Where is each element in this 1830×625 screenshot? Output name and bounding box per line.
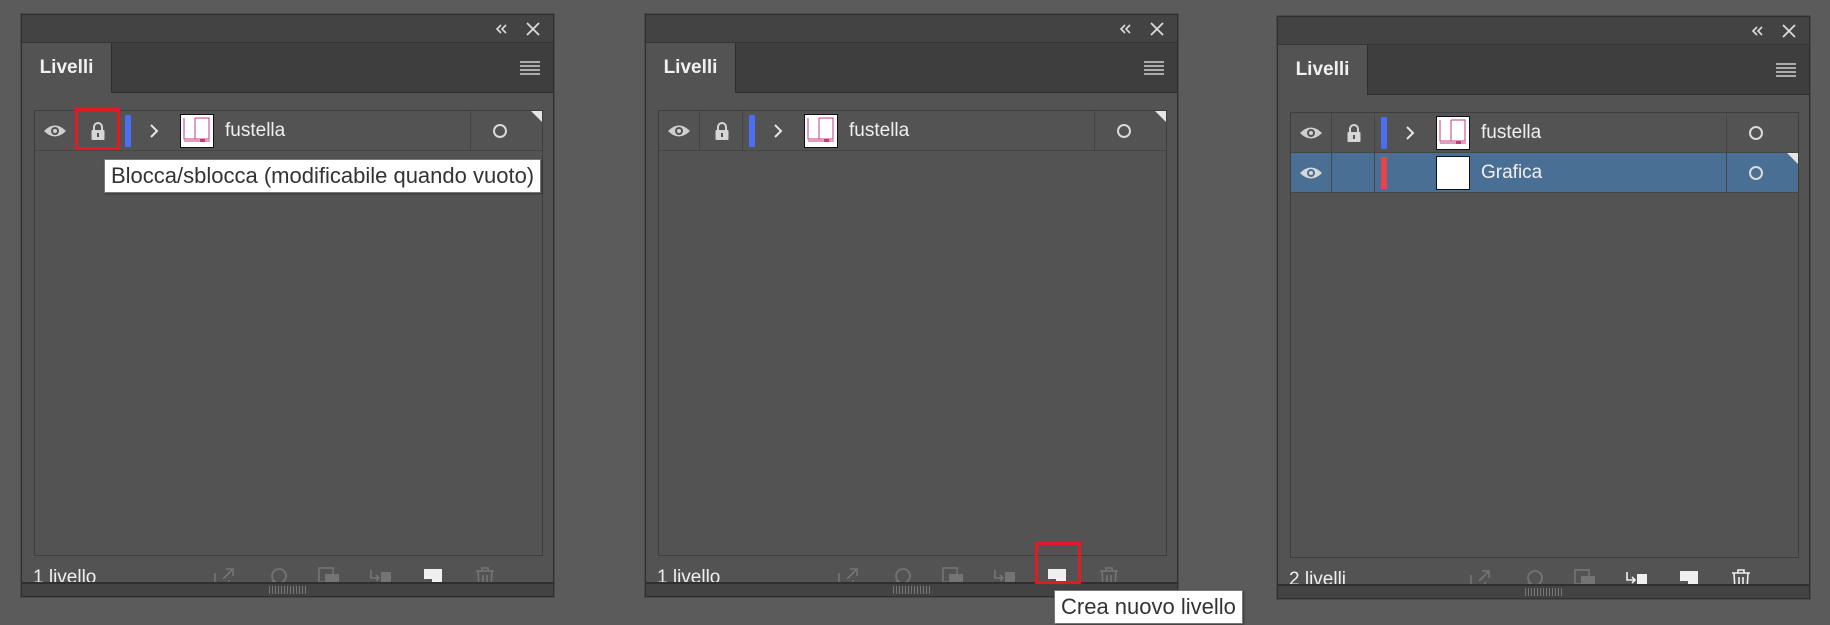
layer-thumbnail [180,114,214,148]
panel-tabbar: Livelli [646,43,1177,93]
layer-name[interactable]: fustella [1481,113,1541,152]
layer-row-fustella[interactable]: fustella [1291,113,1798,153]
layer-color-bar [749,115,755,147]
target-circle-icon [1749,126,1763,140]
chevron-right-icon[interactable] [1402,124,1418,142]
collapse-icon[interactable] [491,19,511,39]
close-icon[interactable] [1147,19,1167,39]
layer-name[interactable]: Grafica [1481,153,1542,192]
tab-livelli[interactable]: Livelli [22,43,112,93]
layer-color-bar [1381,117,1387,149]
layer-row-fustella[interactable]: fustella [35,111,542,151]
visibility-toggle[interactable] [1291,113,1332,152]
layer-thumbnail [1436,156,1470,190]
visibility-toggle[interactable] [35,111,76,150]
panel-resize-strip[interactable] [22,582,553,596]
artwork-thumbnail-icon [807,117,834,142]
resize-grip-icon[interactable] [892,586,931,594]
target-circle-icon [1749,166,1763,180]
eye-icon [1300,167,1322,178]
artwork-thumbnail-icon [1439,119,1466,144]
artwork-thumbnail-icon [183,117,210,142]
target-cell[interactable] [1726,113,1798,152]
eye-icon [1300,127,1322,138]
lock-toggle[interactable] [701,111,743,150]
panel-resize-strip[interactable] [1278,584,1809,598]
panel-titlebar[interactable] [646,15,1177,43]
target-circle-icon [1117,124,1131,138]
panel-menu-icon[interactable] [1775,61,1797,79]
panel-tabbar: Livelli [1278,45,1809,95]
tooltip-lock: Blocca/sblocca (modificabile quando vuot… [104,159,542,193]
panel-titlebar[interactable] [1278,17,1809,45]
layers-panel-1: Livelli fustella 1 livello [21,14,554,597]
layer-color-bar [1381,157,1387,189]
close-icon[interactable] [523,19,543,39]
layer-name[interactable]: fustella [225,111,285,150]
tab-livelli[interactable]: Livelli [1278,45,1368,95]
visibility-toggle[interactable] [659,111,700,150]
lock-toggle[interactable] [1333,153,1375,192]
chevron-right-icon[interactable] [770,122,786,140]
layer-row-fustella[interactable]: fustella [659,111,1166,151]
layer-list: fustella Grafica [1290,112,1799,558]
collapse-icon[interactable] [1747,21,1767,41]
eye-icon [44,125,66,136]
layer-color-bar [125,115,131,147]
selection-corner-icon [531,111,542,122]
eye-icon [668,125,690,136]
layers-panel-2: Livelli fustella 1 livello [645,14,1178,597]
selection-corner-icon [1787,153,1798,164]
tooltip-new-layer: Crea nuovo livello [1054,590,1243,624]
lock-icon [715,121,728,140]
target-circle-icon [493,124,507,138]
layer-row-grafica[interactable]: Grafica [1291,153,1798,193]
panel-menu-icon[interactable] [519,59,541,77]
resize-grip-icon[interactable] [268,586,307,594]
close-icon[interactable] [1779,21,1799,41]
lock-icon [1347,123,1360,142]
layer-thumbnail [804,114,838,148]
panel-tabbar: Livelli [22,43,553,93]
collapse-icon[interactable] [1115,19,1135,39]
layer-thumbnail [1436,116,1470,150]
tab-livelli[interactable]: Livelli [646,43,736,93]
selection-corner-icon [1155,111,1166,122]
layer-list: fustella [658,110,1167,556]
lock-toggle[interactable] [1333,113,1375,152]
resize-grip-icon[interactable] [1524,588,1563,596]
chevron-right-icon[interactable] [146,122,162,140]
layer-name[interactable]: fustella [849,111,909,150]
layers-panel-3: Livelli fustella Grafica 2 livelli [1277,16,1810,599]
visibility-toggle[interactable] [1291,153,1332,192]
panel-menu-icon[interactable] [1143,59,1165,77]
panel-titlebar[interactable] [22,15,553,43]
lock-toggle[interactable] [77,111,119,150]
lock-icon [91,121,104,140]
